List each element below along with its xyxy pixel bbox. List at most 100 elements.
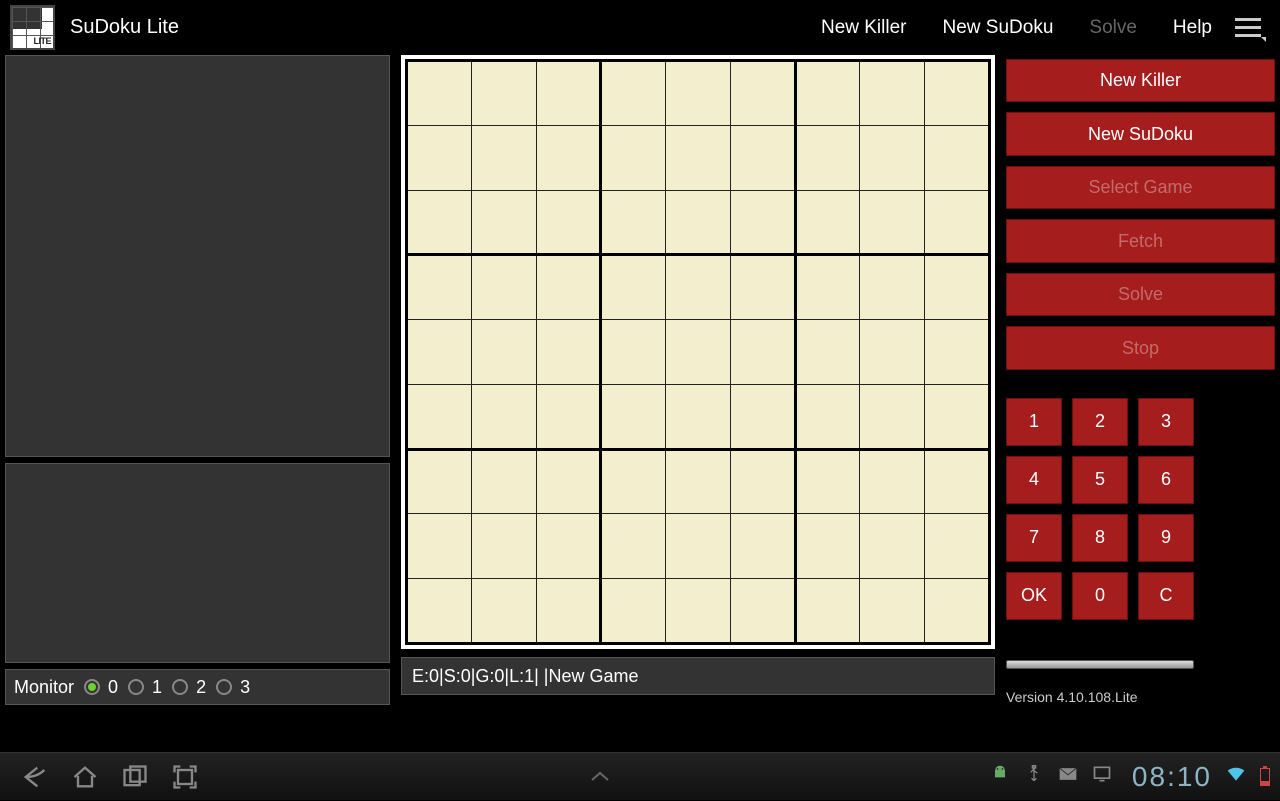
cell-7-7[interactable] — [860, 514, 925, 579]
cell-5-3[interactable] — [601, 384, 666, 449]
cell-8-0[interactable] — [407, 579, 472, 644]
cell-6-3[interactable] — [601, 449, 666, 514]
cell-8-7[interactable] — [860, 579, 925, 644]
keypad-5[interactable]: 5 — [1072, 456, 1128, 504]
cell-8-6[interactable] — [795, 579, 860, 644]
cell-8-2[interactable] — [536, 579, 601, 644]
keypad-3[interactable]: 3 — [1138, 398, 1194, 446]
cell-6-6[interactable] — [795, 449, 860, 514]
monitor-radio-1[interactable]: 1 — [128, 677, 162, 698]
cell-4-4[interactable] — [666, 320, 731, 385]
cell-0-1[interactable] — [471, 61, 536, 126]
cell-5-7[interactable] — [860, 384, 925, 449]
fetch-button[interactable]: Fetch — [1006, 219, 1275, 262]
cell-7-4[interactable] — [666, 514, 731, 579]
cell-1-4[interactable] — [666, 125, 731, 190]
solve-button[interactable]: Solve — [1006, 273, 1275, 316]
expand-icon[interactable] — [210, 770, 990, 784]
cell-1-3[interactable] — [601, 125, 666, 190]
screenshot-icon[interactable] — [160, 753, 210, 801]
cell-3-0[interactable] — [407, 255, 472, 320]
cell-2-0[interactable] — [407, 190, 472, 255]
cell-0-2[interactable] — [536, 61, 601, 126]
cell-4-2[interactable] — [536, 320, 601, 385]
cell-6-1[interactable] — [471, 449, 536, 514]
cell-1-7[interactable] — [860, 125, 925, 190]
cell-3-8[interactable] — [925, 255, 990, 320]
cell-2-2[interactable] — [536, 190, 601, 255]
cell-4-6[interactable] — [795, 320, 860, 385]
topbar-solve[interactable]: Solve — [1071, 17, 1155, 39]
home-icon[interactable] — [60, 753, 110, 801]
cell-3-4[interactable] — [666, 255, 731, 320]
new-sudoku-button[interactable]: New SuDoku — [1006, 112, 1275, 155]
cell-0-5[interactable] — [730, 61, 795, 126]
recent-apps-icon[interactable] — [110, 753, 160, 801]
cell-8-8[interactable] — [925, 579, 990, 644]
cell-4-8[interactable] — [925, 320, 990, 385]
cell-8-4[interactable] — [666, 579, 731, 644]
cell-1-0[interactable] — [407, 125, 472, 190]
cell-0-0[interactable] — [407, 61, 472, 126]
cell-5-0[interactable] — [407, 384, 472, 449]
cell-5-6[interactable] — [795, 384, 860, 449]
cell-7-8[interactable] — [925, 514, 990, 579]
cell-2-6[interactable] — [795, 190, 860, 255]
cell-7-1[interactable] — [471, 514, 536, 579]
sudoku-board[interactable] — [405, 59, 991, 645]
topbar-new-killer[interactable]: New Killer — [803, 17, 925, 39]
cell-3-7[interactable] — [860, 255, 925, 320]
keypad-1[interactable]: 1 — [1006, 398, 1062, 446]
cell-4-1[interactable] — [471, 320, 536, 385]
cell-5-5[interactable] — [730, 384, 795, 449]
cell-6-4[interactable] — [666, 449, 731, 514]
system-tray[interactable]: 08:10 — [990, 761, 1270, 793]
cell-7-0[interactable] — [407, 514, 472, 579]
cell-7-3[interactable] — [601, 514, 666, 579]
keypad-7[interactable]: 7 — [1006, 514, 1062, 562]
cell-4-5[interactable] — [730, 320, 795, 385]
cell-0-3[interactable] — [601, 61, 666, 126]
monitor-radio-0[interactable]: 0 — [84, 677, 118, 698]
topbar-new-sudoku[interactable]: New SuDoku — [925, 17, 1072, 39]
cell-0-7[interactable] — [860, 61, 925, 126]
cell-2-7[interactable] — [860, 190, 925, 255]
cell-6-8[interactable] — [925, 449, 990, 514]
cell-2-4[interactable] — [666, 190, 731, 255]
cell-6-7[interactable] — [860, 449, 925, 514]
monitor-radio-3[interactable]: 3 — [216, 677, 250, 698]
keypad-4[interactable]: 4 — [1006, 456, 1062, 504]
cell-4-7[interactable] — [860, 320, 925, 385]
menu-icon[interactable] — [1230, 8, 1270, 48]
cell-3-3[interactable] — [601, 255, 666, 320]
keypad-8[interactable]: 8 — [1072, 514, 1128, 562]
monitor-radio-2[interactable]: 2 — [172, 677, 206, 698]
cell-7-5[interactable] — [730, 514, 795, 579]
select-game-button[interactable]: Select Game — [1006, 166, 1275, 209]
cell-1-6[interactable] — [795, 125, 860, 190]
cell-1-2[interactable] — [536, 125, 601, 190]
cell-0-8[interactable] — [925, 61, 990, 126]
cell-2-1[interactable] — [471, 190, 536, 255]
cell-5-1[interactable] — [471, 384, 536, 449]
cell-5-2[interactable] — [536, 384, 601, 449]
slider[interactable] — [1006, 660, 1194, 669]
cell-8-3[interactable] — [601, 579, 666, 644]
keypad-ok[interactable]: OK — [1006, 572, 1062, 620]
cell-6-2[interactable] — [536, 449, 601, 514]
cell-7-6[interactable] — [795, 514, 860, 579]
cell-1-8[interactable] — [925, 125, 990, 190]
cell-3-5[interactable] — [730, 255, 795, 320]
cell-1-5[interactable] — [730, 125, 795, 190]
keypad-9[interactable]: 9 — [1138, 514, 1194, 562]
topbar-help[interactable]: Help — [1155, 17, 1230, 39]
cell-2-5[interactable] — [730, 190, 795, 255]
cell-3-1[interactable] — [471, 255, 536, 320]
cell-6-5[interactable] — [730, 449, 795, 514]
cell-3-6[interactable] — [795, 255, 860, 320]
back-icon[interactable] — [10, 753, 60, 801]
keypad-c[interactable]: C — [1138, 572, 1194, 620]
cell-3-2[interactable] — [536, 255, 601, 320]
cell-8-5[interactable] — [730, 579, 795, 644]
keypad-0[interactable]: 0 — [1072, 572, 1128, 620]
